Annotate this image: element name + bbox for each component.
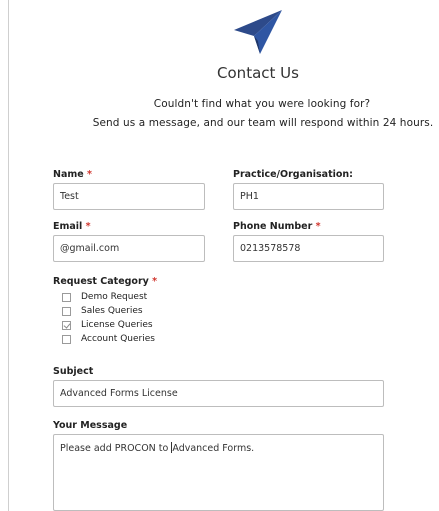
phone-label: Phone Number * [233, 221, 321, 232]
message-textarea[interactable]: Please add PROCON to Advanced Forms. [53, 434, 384, 511]
paper-plane-icon [234, 10, 282, 54]
checkbox-license-queries[interactable]: License Queries [62, 318, 155, 332]
category-label: Request Category * [53, 276, 158, 287]
email-input[interactable]: @gmail.com [53, 235, 205, 262]
name-label: Name * [53, 169, 92, 180]
page-title: Contact Us [217, 64, 299, 82]
checkbox-sales-queries[interactable]: Sales Queries [62, 304, 155, 318]
checkbox-box-checked[interactable] [62, 320, 71, 330]
subject-input[interactable]: Advanced Forms License [53, 380, 384, 407]
checkbox-account-queries[interactable]: Account Queries [62, 332, 155, 346]
checkbox-box[interactable] [62, 334, 71, 344]
practice-label: Practice/Organisation: [233, 169, 353, 180]
phone-input[interactable]: 0213578578 [233, 235, 384, 262]
intro-line-1: Couldn't find what you were looking for? [153, 98, 371, 110]
subject-label: Subject [53, 366, 94, 377]
category-checkbox-group: Demo Request Sales Queries License Queri… [62, 290, 155, 346]
checkbox-box[interactable] [62, 306, 71, 316]
checkbox-demo-request[interactable]: Demo Request [62, 290, 155, 304]
email-label: Email * [53, 221, 91, 232]
intro-line-2: Send us a message, and our team will res… [92, 117, 434, 129]
practice-input[interactable]: PH1 [233, 183, 384, 210]
checkbox-box[interactable] [62, 292, 71, 302]
message-label: Your Message [53, 420, 128, 431]
name-input[interactable]: Test [53, 183, 205, 210]
